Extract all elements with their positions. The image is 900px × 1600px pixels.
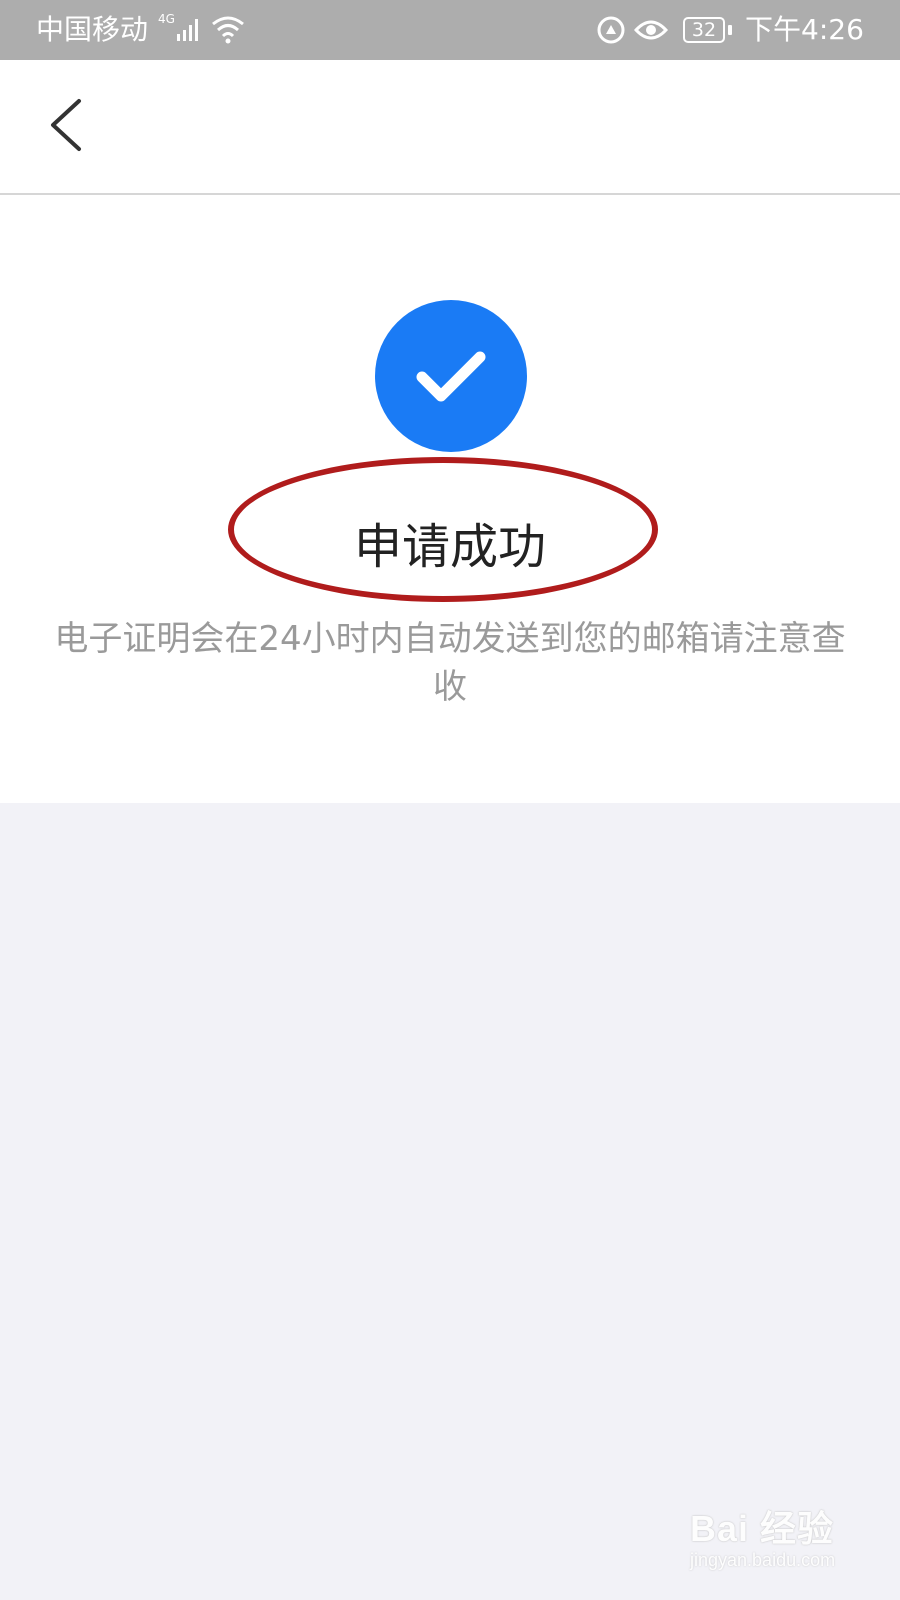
battery-level: 32 — [691, 19, 717, 41]
chevron-left-icon — [51, 99, 81, 151]
network-type: 4G — [158, 12, 175, 26]
success-card: 申请成功 电子证明会在24小时内自动发送到您的邮箱请注意查收 — [0, 195, 900, 803]
watermark-logo: Bai 经验 — [690, 1508, 835, 1549]
success-title: 申请成功 — [353, 519, 546, 575]
status-time: 下午4:26 — [745, 13, 864, 46]
wifi-icon — [212, 16, 244, 44]
watermark: Bai 经验 jingyan.baidu.com — [690, 1500, 870, 1585]
nav-bar — [0, 60, 900, 195]
status-bar: 中国移动 4G 32 下午4:26 — [0, 0, 900, 60]
carrier-name: 中国移动 — [36, 13, 149, 46]
data-saver-icon — [597, 16, 625, 44]
success-badge — [375, 300, 527, 452]
eye-comfort-icon — [634, 20, 668, 40]
battery-icon: 32 — [683, 17, 725, 43]
battery-tip — [728, 25, 732, 35]
back-button[interactable] — [30, 90, 100, 160]
signal-icon — [177, 19, 198, 41]
check-icon — [416, 351, 486, 402]
success-description: 电子证明会在24小时内自动发送到您的邮箱请注意查收 — [54, 619, 846, 707]
watermark-url: jingyan.baidu.com — [690, 1550, 836, 1570]
